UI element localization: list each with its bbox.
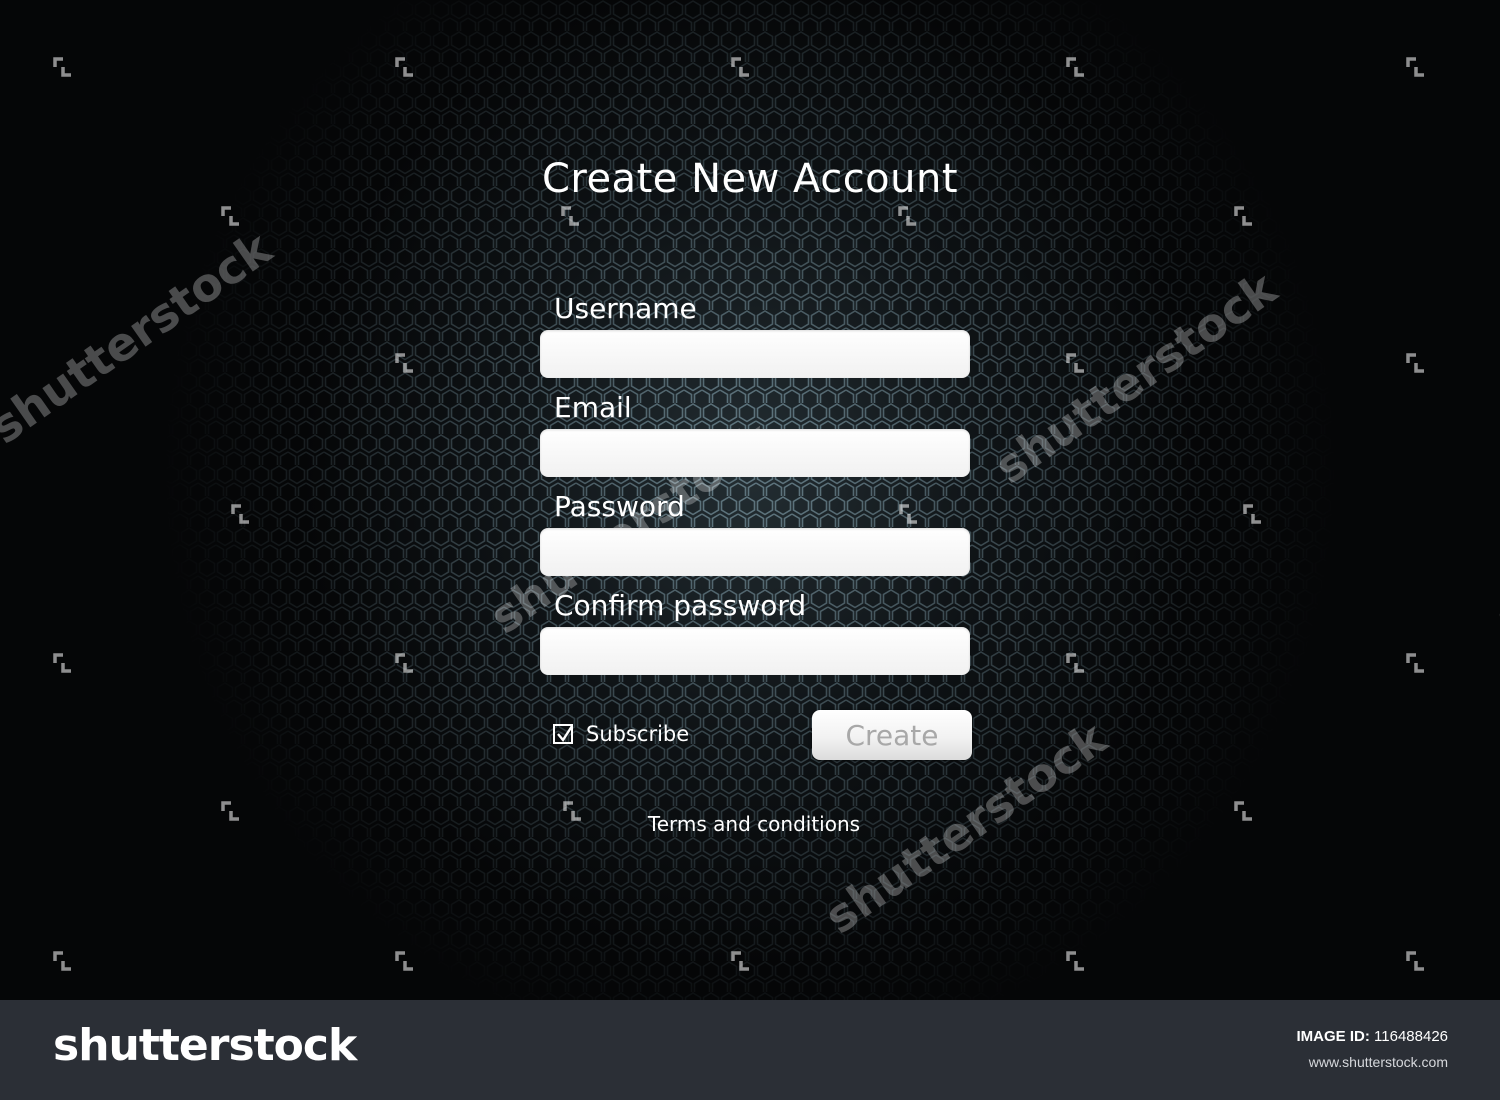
page-title: Create New Account <box>541 156 959 202</box>
subscribe-label: Subscribe <box>586 722 690 746</box>
footer-logo: shutterstock <box>53 1020 357 1071</box>
image-id-label: IMAGE ID: <box>1296 1028 1370 1045</box>
email-label: Email <box>554 391 632 424</box>
checkmark-icon <box>557 725 574 743</box>
create-button[interactable]: Create <box>812 710 972 760</box>
form-actions: Subscribe Create <box>540 708 972 762</box>
background-stage: shutterstock shutterstock shutterstock s… <box>0 0 1500 1000</box>
image-id-value: 116488426 <box>1374 1028 1448 1045</box>
subscribe-checkbox[interactable] <box>553 724 574 744</box>
password-label: Password <box>554 490 685 523</box>
username-label: Username <box>554 292 697 325</box>
image-id: IMAGE ID: 116488426 <box>1297 1028 1448 1045</box>
password-input[interactable] <box>540 528 970 576</box>
subscribe-option[interactable]: Subscribe <box>553 722 689 746</box>
terms-link[interactable]: Terms and conditions <box>0 812 1500 836</box>
confirm-password-input[interactable] <box>540 627 970 675</box>
footer-url: www.shutterstock.com <box>1308 1054 1448 1070</box>
email-input[interactable] <box>540 429 970 477</box>
username-input[interactable] <box>540 330 970 378</box>
footer-bar: shutterstock IMAGE ID: 116488426 www.shu… <box>0 1000 1500 1100</box>
confirm-password-label: Confirm password <box>554 589 807 622</box>
signup-form: Username Email Password Confirm password <box>540 290 970 686</box>
